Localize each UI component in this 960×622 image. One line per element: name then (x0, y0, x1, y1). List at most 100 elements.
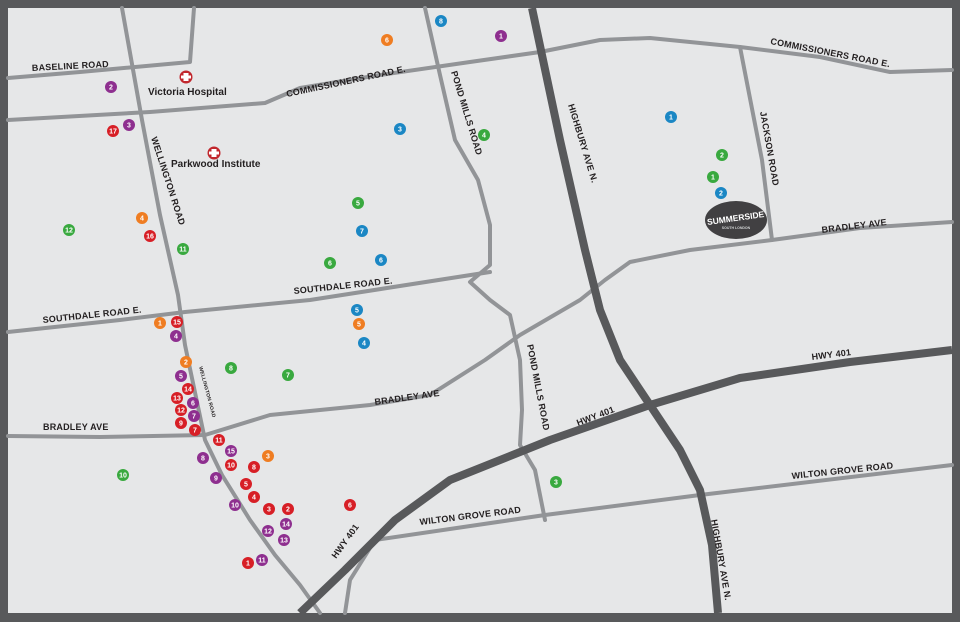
map-marker-orange[interactable]: 1 (154, 317, 166, 329)
map-marker-green[interactable]: 6 (324, 257, 336, 269)
map-marker-green[interactable]: 12 (63, 224, 75, 236)
marker-number: 13 (173, 396, 181, 403)
map-marker-green[interactable]: 4 (478, 129, 490, 141)
map-marker-red[interactable]: 6 (344, 499, 356, 511)
map-marker-green[interactable]: 1 (707, 171, 719, 183)
marker-number: 5 (244, 482, 248, 489)
map-marker-green[interactable]: 11 (177, 243, 189, 255)
map-marker-green[interactable]: 10 (117, 469, 129, 481)
map-marker-purple[interactable]: 8 (197, 452, 209, 464)
map-marker-red[interactable]: 5 (240, 478, 252, 490)
map-marker-orange[interactable]: 5 (353, 318, 365, 330)
map-marker-purple[interactable]: 2 (105, 81, 117, 93)
marker-number: 2 (109, 85, 113, 92)
map-marker-blue[interactable]: 5 (351, 304, 363, 316)
map-marker-blue[interactable]: 8 (435, 15, 447, 27)
map-marker-red[interactable]: 13 (171, 392, 183, 404)
map-marker-green[interactable]: 3 (550, 476, 562, 488)
marker-number: 6 (191, 401, 195, 408)
marker-number: 4 (174, 334, 178, 341)
map-marker-red[interactable]: 14 (182, 383, 194, 395)
marker-number: 11 (179, 247, 187, 254)
area-map: BASELINE ROAD COMMISSIONERS ROAD E. COMM… (0, 0, 960, 622)
map-marker-purple[interactable]: 13 (278, 534, 290, 546)
map-marker-blue[interactable]: 2 (715, 187, 727, 199)
map-marker-red[interactable]: 16 (144, 230, 156, 242)
map-marker-red[interactable]: 3 (263, 503, 275, 515)
map-marker-purple[interactable]: 3 (123, 119, 135, 131)
map-marker-purple[interactable]: 4 (170, 330, 182, 342)
map-marker-purple[interactable]: 9 (210, 472, 222, 484)
marker-number: 8 (252, 465, 256, 472)
map-marker-blue[interactable]: 4 (358, 337, 370, 349)
marker-number: 9 (179, 421, 183, 428)
marker-number: 11 (215, 438, 223, 445)
marker-number: 7 (360, 229, 364, 236)
map-marker-red[interactable]: 17 (107, 125, 119, 137)
victoria-hospital-label: Victoria Hospital (148, 87, 227, 98)
map-marker-red[interactable]: 7 (189, 424, 201, 436)
marker-number: 7 (192, 414, 196, 421)
map-marker-red[interactable]: 9 (175, 417, 187, 429)
map-marker-green[interactable]: 8 (225, 362, 237, 374)
map-marker-red[interactable]: 4 (248, 491, 260, 503)
map-marker-red[interactable]: 8 (248, 461, 260, 473)
marker-number: 8 (201, 456, 205, 463)
marker-number: 9 (214, 476, 218, 483)
map-marker-red[interactable]: 1 (242, 557, 254, 569)
summerside-badge[interactable]: SUMMERSIDE SOUTH LONDON (705, 201, 767, 239)
map-marker-purple[interactable]: 11 (256, 554, 268, 566)
marker-number: 5 (355, 308, 359, 315)
marker-number: 2 (719, 191, 723, 198)
road-label-bradley-west: BRADLEY AVE (43, 422, 109, 432)
map-marker-purple[interactable]: 15 (225, 445, 237, 457)
marker-number: 8 (229, 366, 233, 373)
marker-number: 11 (258, 558, 266, 565)
marker-number: 3 (127, 123, 131, 130)
marker-number: 16 (146, 234, 154, 241)
map-marker-red[interactable]: 12 (175, 404, 187, 416)
marker-number: 6 (379, 258, 383, 265)
map-marker-blue[interactable]: 6 (375, 254, 387, 266)
marker-number: 1 (711, 175, 715, 182)
map-marker-purple[interactable]: 14 (280, 518, 292, 530)
map-marker-green[interactable]: 2 (716, 149, 728, 161)
map-marker-purple[interactable]: 12 (262, 525, 274, 537)
map-marker-purple[interactable]: 1 (495, 30, 507, 42)
marker-number: 1 (158, 321, 162, 328)
map-marker-red[interactable]: 15 (171, 316, 183, 328)
marker-number: 3 (554, 480, 558, 487)
marker-number: 2 (286, 507, 290, 514)
map-marker-blue[interactable]: 1 (665, 111, 677, 123)
map-marker-purple[interactable]: 7 (188, 410, 200, 422)
map-marker-blue[interactable]: 3 (394, 123, 406, 135)
map-marker-green[interactable]: 7 (282, 369, 294, 381)
map-marker-orange[interactable]: 4 (136, 212, 148, 224)
map-marker-orange[interactable]: 2 (180, 356, 192, 368)
marker-number: 10 (231, 503, 239, 510)
parkwood-institute-label: Parkwood Institute (171, 159, 261, 170)
marker-number: 4 (482, 133, 486, 140)
map-marker-orange[interactable]: 3 (262, 450, 274, 462)
marker-number: 2 (720, 153, 724, 160)
map-marker-purple[interactable]: 5 (175, 370, 187, 382)
marker-number: 6 (385, 38, 389, 45)
marker-number: 6 (348, 503, 352, 510)
map-marker-blue[interactable]: 7 (356, 225, 368, 237)
map-marker-red[interactable]: 11 (213, 434, 225, 446)
marker-number: 3 (267, 507, 271, 514)
map-marker-purple[interactable]: 10 (229, 499, 241, 511)
marker-number: 3 (266, 454, 270, 461)
map-land (8, 8, 952, 613)
marker-number: 12 (65, 228, 73, 235)
map-marker-purple[interactable]: 6 (187, 397, 199, 409)
map-marker-red[interactable]: 10 (225, 459, 237, 471)
map-marker-green[interactable]: 5 (352, 197, 364, 209)
marker-number: 6 (328, 261, 332, 268)
marker-number: 15 (173, 320, 181, 327)
marker-number: 13 (280, 538, 288, 545)
map-marker-red[interactable]: 2 (282, 503, 294, 515)
marker-number: 5 (179, 374, 183, 381)
map-marker-orange[interactable]: 6 (381, 34, 393, 46)
marker-number: 5 (357, 322, 361, 329)
